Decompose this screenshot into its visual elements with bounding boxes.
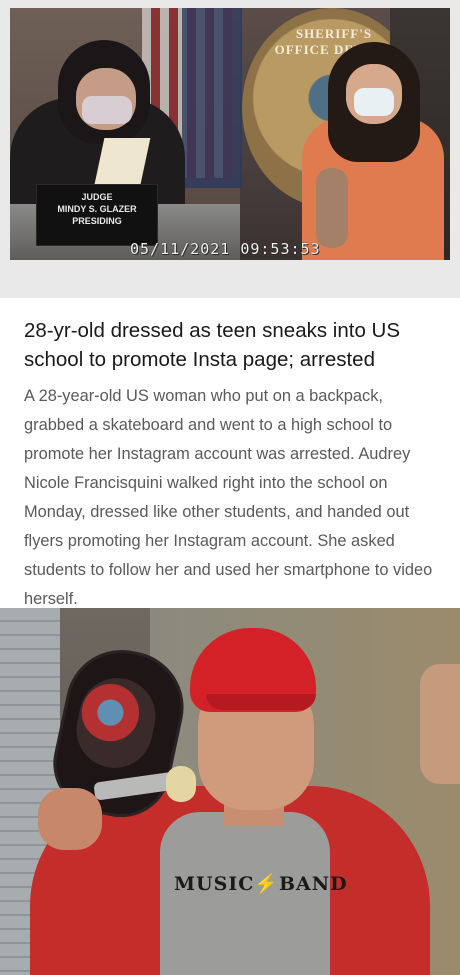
hand: [38, 788, 102, 850]
photo-margin: [0, 260, 460, 298]
article-body: A 28-year-old US woman who put on a back…: [24, 387, 433, 608]
courtroom-photo: SHERIFF'S OFFICE DEPUTY JUDGE MINDY S. G…: [0, 0, 460, 298]
judge-face-mask: [82, 96, 132, 124]
nameplate-line3: PRESIDING: [72, 216, 122, 226]
video-timestamp: 05/11/2021 09:53:53: [130, 240, 321, 258]
skateboard-wheel: [166, 766, 196, 802]
tshirt-print: MUSIC⚡BAND: [174, 873, 348, 895]
nameplate-line2: MINDY S. GLAZER: [57, 204, 137, 214]
nameplate-line1: JUDGE: [81, 192, 113, 202]
cap-brim: [206, 694, 316, 710]
defendant-tattooed-arm: [316, 168, 348, 248]
flag-drape: [182, 8, 242, 188]
meme-photo: MUSIC⚡BAND: [0, 608, 460, 975]
judge-nameplate: JUDGE MINDY S. GLAZER PRESIDING: [36, 184, 158, 246]
background-student: [420, 664, 460, 784]
news-article: 28-yr-old dressed as teen sneaks into US…: [0, 298, 460, 608]
defendant-face-mask: [354, 88, 394, 116]
video-frame: SHERIFF'S OFFICE DEPUTY JUDGE MINDY S. G…: [10, 8, 450, 260]
article-headline: 28-yr-old dressed as teen sneaks into US…: [24, 319, 401, 371]
